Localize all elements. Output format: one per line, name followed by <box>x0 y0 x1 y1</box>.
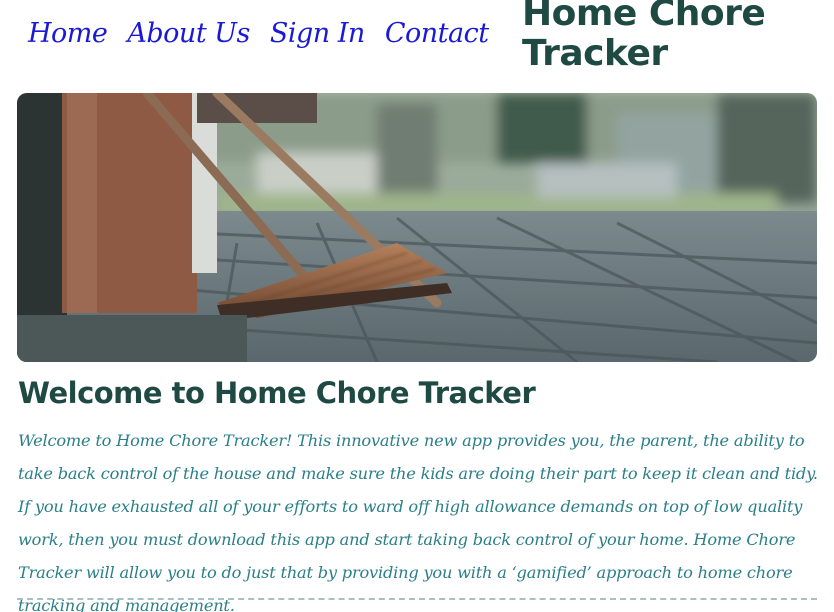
intro-paragraph: Welcome to Home Chore Tracker! This inno… <box>18 431 818 612</box>
hero-image <box>17 93 817 362</box>
broom-on-pavement-photo <box>17 93 817 362</box>
nav-link-sign-in[interactable]: Sign In <box>270 18 365 49</box>
welcome-heading: Welcome to Home Chore Tracker <box>18 376 536 410</box>
main-nav: Home About Us Sign In Contact <box>28 18 489 49</box>
site-title: Home Chore Tracker <box>522 0 766 74</box>
section-divider <box>17 598 817 600</box>
nav-link-about-us[interactable]: About Us <box>127 18 250 49</box>
nav-link-home[interactable]: Home <box>28 18 108 49</box>
nav-link-contact[interactable]: Contact <box>385 18 489 49</box>
